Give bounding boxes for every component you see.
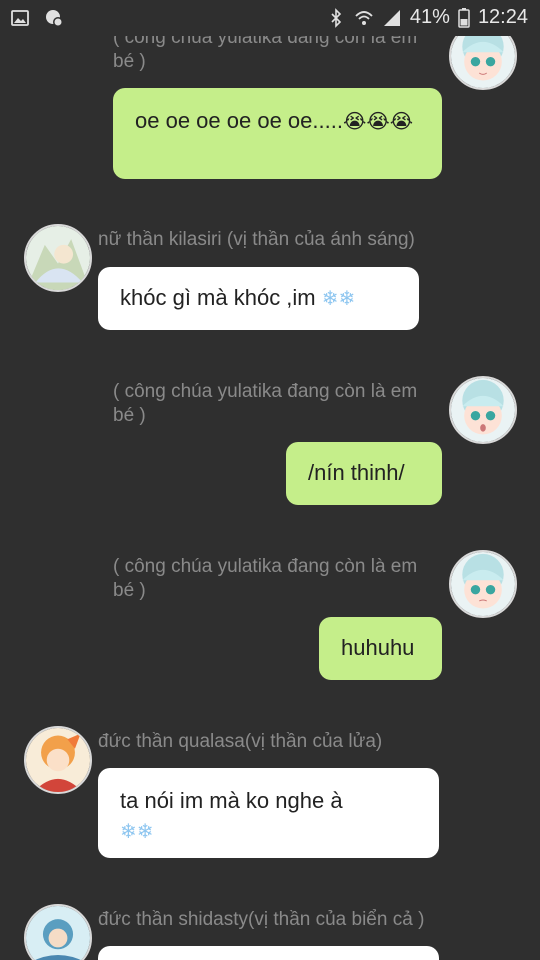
status-bar: 41% 12:24: [0, 0, 540, 36]
message-text: khóc gì mà khóc ,im: [120, 285, 316, 310]
battery-percent: 41%: [409, 6, 450, 28]
wifi-icon: [354, 8, 374, 28]
message-text: huhuhu: [341, 635, 415, 660]
snowflake-icon: ❄❄: [321, 286, 356, 310]
message-bubble[interactable]: khóc gì mà khóc ,im ❄❄: [98, 267, 419, 330]
clock: 12:24: [477, 6, 528, 28]
avatar[interactable]: [24, 224, 92, 292]
sender-name: đức thần qualasa(vị thần của lửa): [98, 731, 383, 752]
avatar[interactable]: [24, 904, 92, 960]
message-text: oe oe oe oe oe oe.....: [135, 108, 343, 133]
signal-icon: [382, 8, 402, 28]
message-text: ta nói im mà ko nghe à: [120, 788, 343, 813]
emoji-icon: 😭😭😭: [342, 109, 414, 133]
sender-name: ( công chúa yulatika đang còn là em bé ): [113, 556, 418, 601]
message-bubble[interactable]: [98, 946, 439, 960]
bluetooth-icon: [326, 7, 346, 28]
snowflake-icon: ❄❄: [120, 819, 154, 843]
message-bubble[interactable]: oe oe oe oe oe oe.....😭😭😭: [113, 88, 442, 179]
android-settings-icon: [44, 8, 64, 28]
avatar[interactable]: [24, 726, 92, 794]
avatar[interactable]: [449, 376, 517, 444]
message-text: /nín thinh/: [308, 460, 405, 485]
sender-name: đức thần shidasty(vị thần của biển cả ): [98, 909, 425, 930]
avatar[interactable]: [449, 550, 517, 618]
message-bubble[interactable]: huhuhu: [319, 617, 442, 680]
sender-name: ( công chúa yulatika đang còn là em bé ): [113, 381, 418, 426]
message-bubble[interactable]: ta nói im mà ko nghe à ❄❄: [98, 768, 439, 858]
chat-view[interactable]: ( công chúa yulatika đang còn là em bé )…: [0, 0, 540, 960]
battery-icon: [458, 7, 470, 28]
sender-name: nữ thần kilasiri (vị thần của ánh sáng): [98, 229, 415, 250]
image-icon: [10, 8, 30, 28]
message-bubble[interactable]: /nín thinh/: [286, 442, 442, 505]
